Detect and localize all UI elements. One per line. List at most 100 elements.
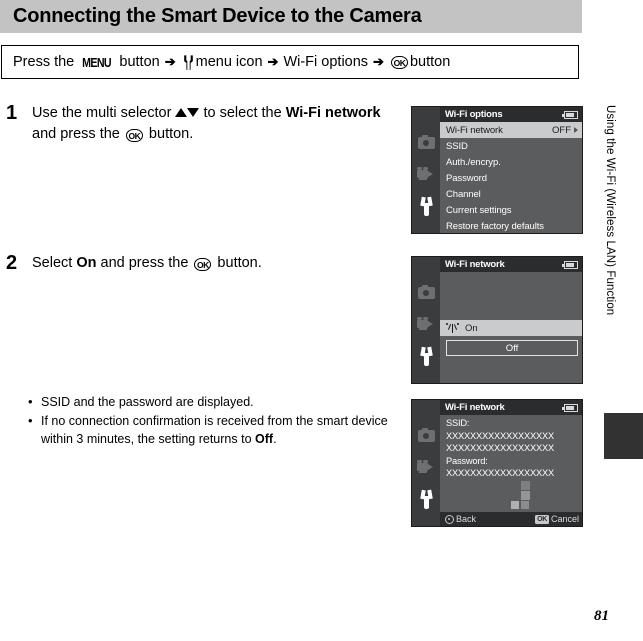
wrench-icon[interactable] [412, 488, 440, 510]
page-title: Connecting the Smart Device to the Camer… [13, 5, 422, 27]
page-number: 81 [594, 608, 609, 624]
step-2: 2 Select On and press the OK button. [6, 253, 401, 274]
camera-icon[interactable] [412, 426, 440, 446]
camera-screen-wifi-network-toggle: Wi-Fi network On Off [411, 256, 583, 384]
camera-screen-wifi-options: Wi-Fi options Wi-Fi network OFF SSID Aut… [411, 106, 583, 234]
credentials-block: SSID: XXXXXXXXXXXXXXXXXX XXXXXXXXXXXXXXX… [446, 417, 578, 480]
menu-path-suffix: button [409, 54, 451, 70]
step-1-bold-wifi-network: Wi-Fi network [285, 105, 381, 121]
screen-header: Wi-Fi options [440, 107, 582, 122]
ssid-value-line-2: XXXXXXXXXXXXXXXXXX [446, 443, 555, 454]
step-1: 1 Use the multi selector to select the W… [6, 103, 401, 145]
note-text-part1: If no connection confirmation is receive… [41, 414, 388, 446]
menu-row-password[interactable]: Password [440, 170, 582, 186]
chevron-right-icon [574, 127, 578, 133]
step-1-number: 1 [6, 102, 18, 124]
menu-row-label: Wi-Fi network [446, 124, 503, 136]
ssid-label: SSID: [446, 418, 470, 428]
menu-row-channel[interactable]: Channel [440, 186, 582, 202]
option-on-label: On [465, 322, 478, 334]
menu-path-line: Press the MENU button ➔ menu icon ➔ Wi-F… [2, 54, 450, 70]
menu-path-option: Wi-Fi options [283, 54, 369, 70]
menu-row-ssid[interactable]: SSID [440, 138, 582, 154]
notes-list: • SSID and the password are displayed. •… [28, 393, 398, 449]
menu-row-label: SSID [446, 140, 468, 152]
cancel-label: Cancel [550, 514, 579, 524]
screen-footer: Back OK Cancel [440, 512, 582, 526]
menu-path-after-menu: button [119, 54, 160, 70]
screen-title: Wi-Fi network [445, 259, 505, 270]
step-1-text-part3: and press the [32, 126, 124, 142]
screen-body: SSID: XXXXXXXXXXXXXXXXXX XXXXXXXXXXXXXXX… [440, 415, 582, 526]
step-2-text-part2: and press the [96, 255, 193, 271]
bullet-icon: • [28, 413, 33, 428]
note-bold-off: Off [255, 432, 274, 446]
step-1-text-part2: to select the [199, 105, 286, 121]
menu-path-prefix: Press the [13, 54, 75, 70]
password-value: XXXXXXXXXXXXXXXXXX [446, 468, 555, 479]
ok-button-icon: OK [194, 258, 212, 271]
screen-header: Wi-Fi network [440, 257, 582, 272]
back-label: Back [456, 514, 477, 524]
menu-row-restore-factory-defaults[interactable]: Restore factory defaults [440, 218, 582, 233]
step-1-text-part1: Use the multi selector [32, 105, 176, 121]
movie-icon[interactable] [412, 314, 440, 334]
screen-tab-bar [412, 257, 440, 383]
menu-row-label: Password [446, 172, 487, 184]
screen-tab-bar [412, 107, 440, 233]
cancel-control[interactable]: OK Cancel [535, 514, 579, 524]
wrench-icon[interactable] [412, 345, 440, 367]
sidebar-divider [590, 0, 591, 641]
step-2-bold-on: On [76, 255, 97, 271]
path-arrow-2: ➔ [267, 54, 279, 69]
menu-list: Wi-Fi network OFF SSID Auth./encryp. Pas… [440, 122, 582, 233]
note-text: If no connection confirmation is receive… [41, 412, 398, 448]
movie-icon[interactable] [412, 457, 440, 477]
battery-icon [562, 110, 578, 119]
camera-screen-wifi-credentials: Wi-Fi network SSID: XXXXXXXXXXXXXXXXXX X… [411, 399, 583, 527]
path-arrow-1: ➔ [164, 54, 176, 69]
camera-icon[interactable] [412, 133, 440, 153]
bullet-icon: • [28, 394, 33, 409]
screen-body: Wi-Fi network OFF SSID Auth./encryp. Pas… [440, 122, 582, 233]
menu-row-label: Auth./encryp. [446, 156, 501, 168]
step-2-number: 2 [6, 252, 18, 274]
menu-row-current-settings[interactable]: Current settings [440, 202, 582, 218]
option-off-label: Off [505, 342, 519, 354]
step-1-text-part4: button. [144, 126, 194, 142]
menu-button-glyph: MENU [82, 54, 112, 70]
arrow-up-icon [175, 108, 188, 117]
note-text: SSID and the password are displayed. [41, 395, 254, 409]
wrench-icon [183, 54, 194, 70]
battery-icon [562, 260, 578, 269]
arrow-down-icon [187, 108, 200, 117]
note-item: • SSID and the password are displayed. [28, 393, 398, 411]
menu-row-value: OFF [552, 124, 571, 136]
sidebar-section-label: Using the Wi-Fi (Wireless LAN) Function [604, 105, 616, 316]
movie-icon[interactable] [412, 164, 440, 184]
ok-button-icon: OK [125, 129, 143, 142]
menu-row-wifi-network[interactable]: Wi-Fi network OFF [440, 122, 582, 138]
battery-icon [562, 403, 578, 412]
back-control[interactable]: Back [445, 514, 476, 524]
wrench-icon[interactable] [412, 195, 440, 217]
menu-row-auth-encryp[interactable]: Auth./encryp. [440, 154, 582, 170]
option-off[interactable]: Off [446, 340, 578, 356]
step-2-text-part1: Select [32, 255, 77, 271]
page-title-bar: Connecting the Smart Device to the Camer… [0, 0, 582, 33]
ok-button-icon: OK [390, 55, 408, 69]
step-1-text: Use the multi selector to select the Wi-… [32, 103, 401, 145]
ssid-value-line-1: XXXXXXXXXXXXXXXXXX [446, 430, 555, 441]
menu-row-label: Restore factory defaults [446, 220, 544, 232]
option-on[interactable]: On [440, 320, 582, 336]
screen-title: Wi-Fi options [445, 109, 503, 120]
step-2-text: Select On and press the OK button. [32, 253, 262, 274]
wifi-antenna-icon [446, 323, 459, 333]
screen-header: Wi-Fi network [440, 400, 582, 415]
screen-body: On Off [440, 272, 582, 383]
menu-row-label: Current settings [446, 204, 512, 216]
multi-selector-icon [445, 514, 454, 524]
menu-path-setup-label: menu icon [195, 54, 263, 70]
ok-button-icon: OK [535, 514, 549, 524]
camera-icon[interactable] [412, 283, 440, 303]
